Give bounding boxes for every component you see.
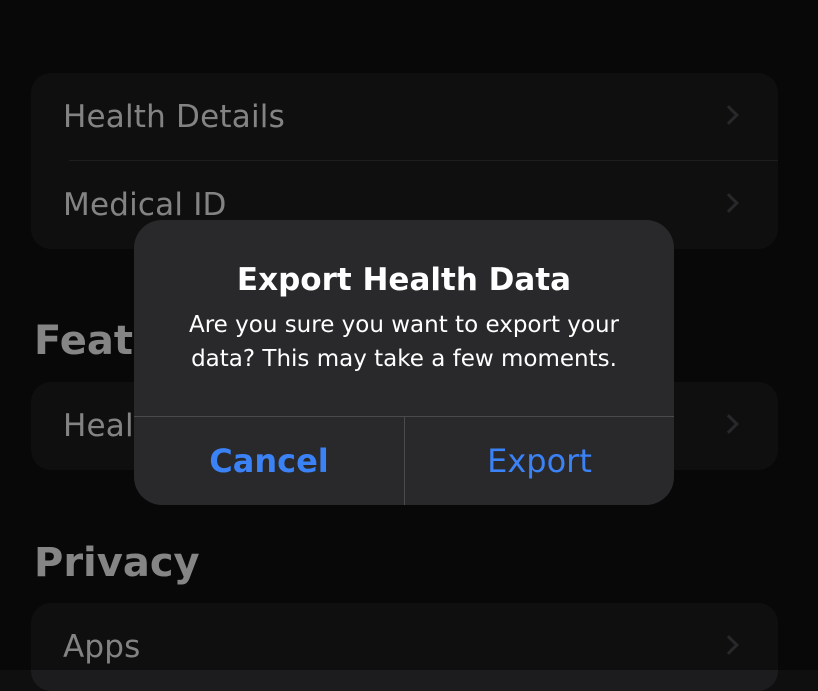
export-button[interactable]: Export <box>405 417 674 505</box>
alert-message: Are you sure you want to export your dat… <box>188 312 619 372</box>
export-alert-dialog: Export Health Data Are you sure you want… <box>134 220 674 505</box>
alert-title: Export Health Data <box>236 262 572 298</box>
cancel-button[interactable]: Cancel <box>134 417 404 505</box>
